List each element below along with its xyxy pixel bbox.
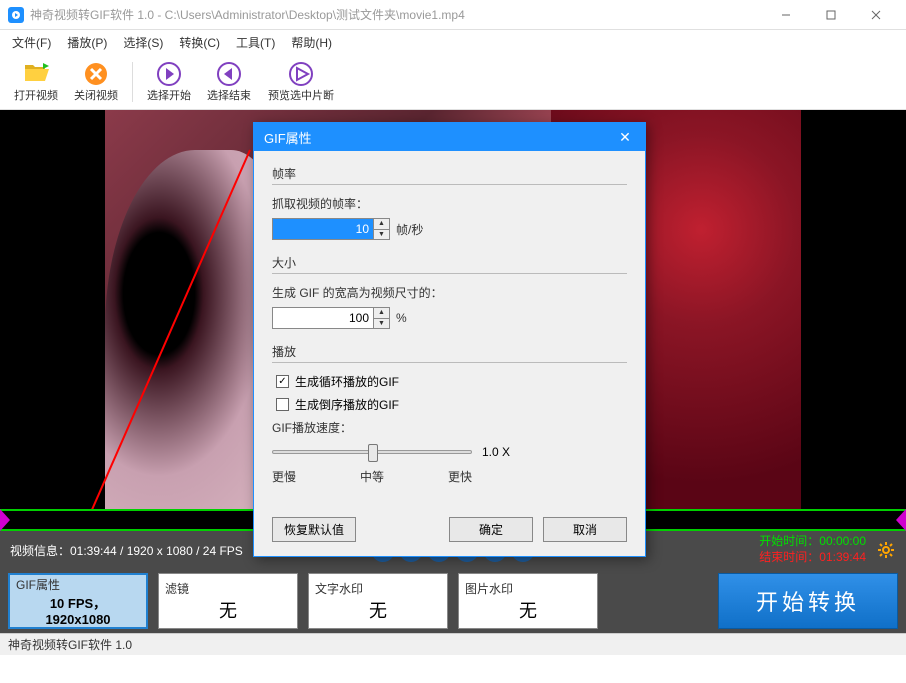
marker-end-icon	[216, 61, 242, 87]
preview-icon	[288, 61, 314, 87]
end-time-value: 01:39:44	[819, 550, 866, 564]
close-video-button[interactable]: 关闭视频	[68, 57, 124, 107]
toolbar-label: 打开视频	[14, 87, 58, 103]
image-watermark-panel[interactable]: 图片水印 无	[458, 573, 598, 629]
size-input-field[interactable]	[273, 308, 373, 328]
menu-tools[interactable]: 工具(T)	[228, 32, 283, 53]
app-icon	[8, 7, 24, 23]
dialog-close-icon[interactable]: ✕	[615, 129, 635, 146]
filter-panel[interactable]: 滤镜 无	[158, 573, 298, 629]
panel-header: 滤镜	[159, 580, 195, 597]
size-label: 生成 GIF 的宽高为视频尺寸的：	[272, 284, 627, 301]
maximize-button[interactable]	[808, 0, 853, 30]
text-watermark-panel[interactable]: 文字水印 无	[308, 573, 448, 629]
checkbox-unchecked-icon	[276, 398, 289, 411]
checkbox-label: 生成循环播放的GIF	[295, 373, 399, 390]
toolbar-label: 关闭视频	[74, 87, 118, 103]
panel-value: 10 FPS，1920x1080	[45, 593, 110, 627]
spin-down-icon[interactable]: ▼	[374, 230, 389, 240]
fieldset-legend: 大小	[272, 254, 627, 274]
size-input[interactable]: ▲▼	[272, 307, 390, 329]
fieldset-legend: 播放	[272, 343, 627, 363]
window-title: 神奇视频转GIF软件 1.0 - C:\Users\Administrator\…	[30, 6, 763, 23]
reverse-checkbox[interactable]: 生成倒序播放的GIF	[276, 396, 627, 413]
checkbox-checked-icon: ✓	[276, 375, 289, 388]
slider-label-fast: 更快	[448, 468, 472, 485]
menu-help[interactable]: 帮助(H)	[283, 32, 340, 53]
ok-button[interactable]: 确定	[449, 517, 533, 542]
fps-unit: 帧/秒	[396, 221, 423, 238]
menu-file[interactable]: 文件(F)	[4, 32, 59, 53]
cancel-button[interactable]: 取消	[543, 517, 627, 542]
settings-panels: GIF属性 10 FPS，1920x1080 滤镜 无 文字水印 无 图片水印 …	[0, 569, 906, 633]
panel-value: 无	[219, 597, 237, 623]
speed-slider[interactable]	[272, 442, 472, 462]
size-unit: %	[396, 311, 407, 325]
checkbox-label: 生成倒序播放的GIF	[295, 396, 399, 413]
start-time-value: 00:00:00	[819, 534, 866, 548]
timeline-end-marker[interactable]	[896, 509, 906, 531]
toolbar-separator	[132, 62, 133, 102]
panel-header: 文字水印	[309, 580, 369, 597]
restore-defaults-button[interactable]: 恢复默认值	[272, 517, 356, 542]
toolbar-label: 选择结束	[207, 87, 251, 103]
speed-label: GIF播放速度：	[272, 419, 627, 436]
start-convert-button[interactable]: 开始转换	[718, 573, 898, 629]
gif-properties-panel[interactable]: GIF属性 10 FPS，1920x1080	[8, 573, 148, 629]
select-start-button[interactable]: 选择开始	[141, 57, 197, 107]
settings-gear-icon[interactable]	[876, 540, 896, 560]
toolbar: 打开视频 关闭视频 选择开始 选择结束 预览选中片断	[0, 54, 906, 110]
close-circle-icon	[83, 61, 109, 87]
loop-checkbox[interactable]: ✓ 生成循环播放的GIF	[276, 373, 627, 390]
dialog-titlebar[interactable]: GIF属性 ✕	[254, 123, 645, 151]
preview-selection-button[interactable]: 预览选中片断	[261, 57, 341, 107]
toolbar-label: 预览选中片断	[268, 87, 334, 103]
slider-label-med: 中等	[360, 468, 384, 485]
panel-header: 图片水印	[459, 580, 519, 597]
panel-value: 无	[519, 597, 537, 623]
menu-play[interactable]: 播放(P)	[59, 32, 115, 53]
spin-down-icon[interactable]: ▼	[374, 319, 389, 329]
fieldset-legend: 帧率	[272, 165, 627, 185]
slider-label-slow: 更慢	[272, 468, 296, 485]
fps-input[interactable]: ▲▼	[272, 218, 390, 240]
toolbar-label: 选择开始	[147, 87, 191, 103]
spin-up-icon[interactable]: ▲	[374, 308, 389, 319]
play-fieldset: 播放 ✓ 生成循环播放的GIF 生成倒序播放的GIF GIF播放速度： 1.0 …	[272, 343, 627, 485]
close-button[interactable]	[853, 0, 898, 30]
spin-up-icon[interactable]: ▲	[374, 219, 389, 230]
time-range-info: 开始时间：00:00:00 结束时间：01:39:44	[759, 534, 866, 565]
fps-label: 抓取视频的帧率：	[272, 195, 627, 212]
timeline-start-marker[interactable]	[0, 509, 10, 531]
open-video-button[interactable]: 打开视频	[8, 57, 64, 107]
menu-select[interactable]: 选择(S)	[115, 32, 171, 53]
dialog-title: GIF属性	[264, 128, 312, 147]
gif-properties-dialog: GIF属性 ✕ 帧率 抓取视频的帧率： ▲▼ 帧/秒 大小 生成 GIF 的宽高…	[253, 122, 646, 557]
speed-value: 1.0 X	[482, 445, 510, 459]
folder-open-icon	[23, 61, 49, 87]
menu-convert[interactable]: 转换(C)	[171, 32, 228, 53]
minimize-button[interactable]	[763, 0, 808, 30]
window-titlebar: 神奇视频转GIF软件 1.0 - C:\Users\Administrator\…	[0, 0, 906, 30]
slider-thumb[interactable]	[368, 444, 378, 462]
panel-value: 无	[369, 597, 387, 623]
panel-header: GIF属性	[10, 576, 66, 593]
menu-bar: 文件(F) 播放(P) 选择(S) 转换(C) 工具(T) 帮助(H)	[0, 30, 906, 54]
select-end-button[interactable]: 选择结束	[201, 57, 257, 107]
status-bar: 神奇视频转GIF软件 1.0	[0, 633, 906, 655]
size-fieldset: 大小 生成 GIF 的宽高为视频尺寸的： ▲▼ %	[272, 254, 627, 329]
fps-input-field[interactable]	[273, 219, 373, 239]
status-text: 神奇视频转GIF软件 1.0	[8, 636, 132, 653]
marker-start-icon	[156, 61, 182, 87]
fps-fieldset: 帧率 抓取视频的帧率： ▲▼ 帧/秒	[272, 165, 627, 240]
